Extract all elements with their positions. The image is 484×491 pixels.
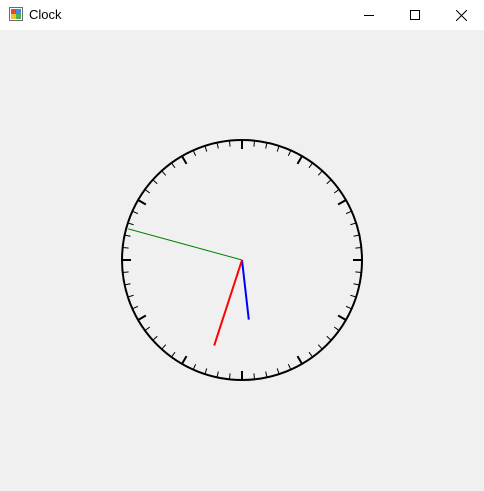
minor-tick — [276, 145, 280, 152]
minor-tick — [204, 145, 208, 152]
minor-tick — [127, 222, 134, 226]
minor-tick — [152, 335, 158, 341]
minor-tick — [333, 326, 340, 331]
second-hand — [213, 259, 243, 346]
major-tick — [137, 199, 147, 206]
minor-tick — [355, 271, 362, 274]
minimize-icon — [364, 15, 374, 16]
minor-tick — [253, 140, 256, 147]
minor-tick — [350, 222, 357, 226]
minor-tick — [265, 371, 268, 378]
major-tick — [181, 155, 188, 165]
minor-tick — [253, 373, 256, 380]
minor-tick — [228, 373, 231, 380]
winforms-app-icon — [9, 7, 23, 21]
minor-tick — [192, 150, 197, 157]
major-tick — [296, 155, 303, 165]
minor-tick — [353, 234, 360, 237]
minor-tick — [124, 234, 131, 237]
minor-tick — [132, 305, 139, 310]
minor-tick — [308, 162, 313, 169]
minute-hand — [128, 228, 243, 261]
minor-tick — [122, 271, 129, 274]
minor-tick — [287, 150, 292, 157]
minor-tick — [345, 210, 352, 215]
minor-tick — [317, 344, 323, 350]
maximize-button[interactable] — [392, 0, 438, 30]
major-tick — [137, 314, 147, 321]
minor-tick — [287, 363, 292, 370]
minor-tick — [132, 210, 139, 215]
minor-tick — [161, 344, 167, 350]
clock-window: Clock — [0, 0, 484, 491]
close-button[interactable] — [438, 0, 484, 30]
analog-clock — [121, 139, 363, 381]
minor-tick — [122, 246, 129, 249]
minor-tick — [276, 368, 280, 375]
minor-tick — [216, 371, 219, 378]
minor-tick — [228, 140, 231, 147]
minor-tick — [326, 179, 332, 185]
minor-tick — [355, 246, 362, 249]
minor-tick — [308, 351, 313, 358]
minor-tick — [144, 326, 151, 331]
minor-tick — [333, 189, 340, 194]
minor-tick — [216, 142, 219, 149]
minor-tick — [350, 294, 357, 298]
maximize-icon — [410, 10, 420, 20]
minor-tick — [326, 335, 332, 341]
close-icon — [455, 9, 467, 21]
minor-tick — [161, 170, 167, 176]
minor-tick — [345, 305, 352, 310]
major-tick — [181, 355, 188, 365]
minor-tick — [171, 351, 176, 358]
minor-tick — [124, 283, 131, 286]
minor-tick — [127, 294, 134, 298]
minor-tick — [152, 179, 158, 185]
title-bar[interactable]: Clock — [0, 0, 484, 30]
minor-tick — [353, 283, 360, 286]
client-area — [0, 30, 484, 491]
major-tick — [296, 355, 303, 365]
minor-tick — [171, 162, 176, 169]
minor-tick — [204, 368, 208, 375]
minor-tick — [192, 363, 197, 370]
minor-tick — [265, 142, 268, 149]
major-tick — [337, 314, 347, 321]
window-title: Clock — [29, 7, 62, 22]
minor-tick — [144, 189, 151, 194]
hour-hand — [241, 259, 250, 320]
minimize-button[interactable] — [346, 0, 392, 30]
minor-tick — [317, 170, 323, 176]
major-tick — [337, 199, 347, 206]
